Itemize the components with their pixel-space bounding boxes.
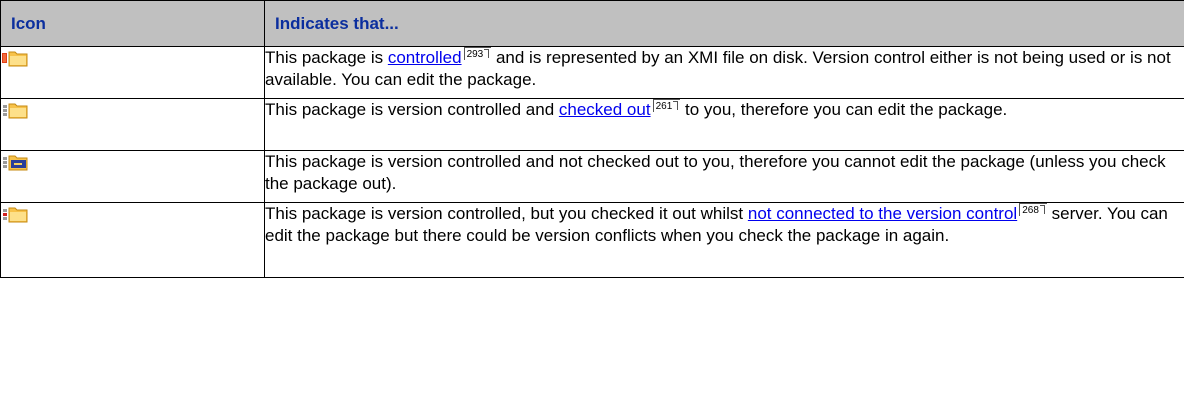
page-reference[interactable]: 261 xyxy=(652,99,681,112)
row-description: This package is version controlled and c… xyxy=(264,98,1184,151)
checked-out-link[interactable]: checked out xyxy=(559,100,651,119)
package-locked-icon xyxy=(1,151,264,171)
icon-cell xyxy=(0,202,265,278)
not-connected-link[interactable]: not connected to the version control xyxy=(748,204,1017,223)
package-offline-checked-out-icon xyxy=(1,203,264,223)
package-checked-out-icon xyxy=(1,99,264,119)
table-row: This package is version controlled, but … xyxy=(0,202,1184,278)
table-header-row: Icon Indicates that... xyxy=(0,0,1184,47)
row-description: This package is controlled 293 and is rep… xyxy=(264,46,1184,99)
page-reference[interactable]: 268 xyxy=(1019,203,1047,216)
package-controlled-xmi-icon xyxy=(1,47,264,67)
table-row: This package is version controlled and n… xyxy=(0,150,1184,203)
controlled-link[interactable]: controlled xyxy=(388,48,462,67)
icon-cell xyxy=(0,150,265,203)
table-row: This package is controlled 293 and is rep… xyxy=(0,46,1184,99)
header-icon: Icon xyxy=(0,0,265,47)
page-reference[interactable]: 293 xyxy=(463,47,492,60)
icon-cell xyxy=(0,98,265,151)
row-description: This package is version controlled, but … xyxy=(264,202,1184,278)
table-row: This package is version controlled and c… xyxy=(0,98,1184,151)
header-indicates: Indicates that... xyxy=(264,0,1184,47)
row-description: This package is version controlled and n… xyxy=(264,150,1184,203)
icon-legend-table: Icon Indicates that... This package is c… xyxy=(0,0,1184,278)
icon-cell xyxy=(0,46,265,99)
